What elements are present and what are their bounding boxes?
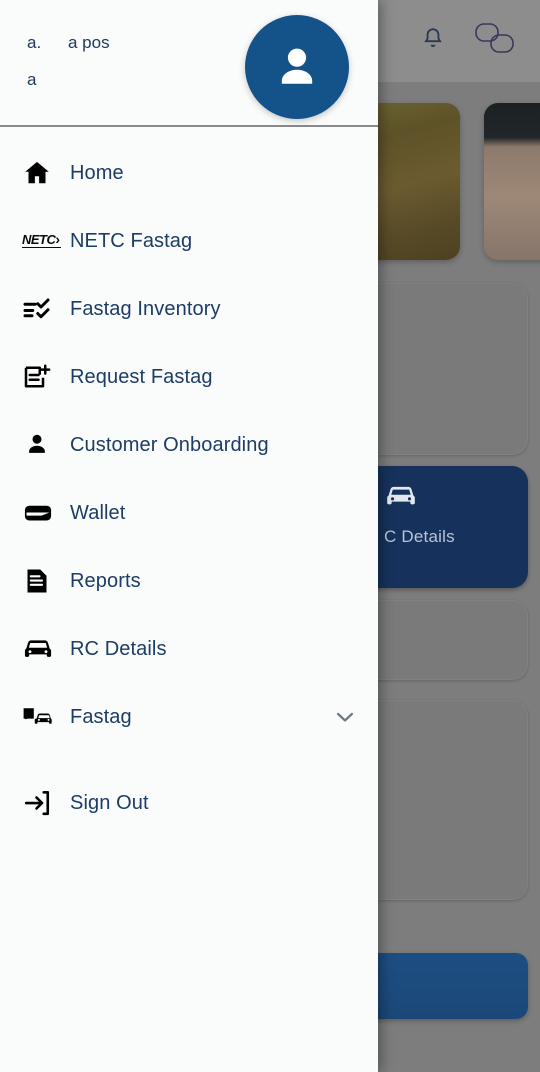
menu-item-label: Sign Out (70, 791, 149, 814)
checklist-icon (22, 294, 70, 324)
menu-item-label: Customer Onboarding (70, 433, 269, 456)
menu-item-label: Home (70, 161, 124, 184)
car-icon (22, 633, 70, 665)
document-icon (22, 566, 70, 596)
netc-logo-icon: NETC (22, 233, 70, 249)
menu-item-fastag[interactable]: Fastag (0, 683, 378, 751)
chevron-down-icon[interactable] (332, 704, 358, 730)
wallet-icon (22, 497, 70, 529)
drawer-header: a. a pos a (0, 0, 378, 127)
header-text-line2: a (27, 70, 37, 89)
menu-item-rc-details[interactable]: RC Details (0, 615, 378, 683)
note-add-icon (22, 362, 70, 392)
menu-item-label: Request Fastag (70, 365, 213, 388)
home-icon (22, 158, 70, 188)
bell-icon[interactable] (420, 24, 446, 59)
menu-item-customer-onboarding[interactable]: Customer Onboarding (0, 411, 378, 479)
bus-car-icon (22, 704, 70, 730)
sign-out-icon (22, 788, 70, 818)
person-avatar-icon (281, 48, 313, 84)
menu-item-wallet[interactable]: Wallet (0, 479, 378, 547)
chat-bubbles-icon[interactable] (472, 21, 518, 62)
menu-item-label: Fastag (70, 705, 132, 728)
menu-item-request-fastag[interactable]: Request Fastag (0, 343, 378, 411)
menu-item-reports[interactable]: Reports (0, 547, 378, 615)
menu-item-label: Reports (70, 569, 141, 592)
menu-item-fastag-inventory[interactable]: Fastag Inventory (0, 275, 378, 343)
menu-spacer (0, 751, 378, 769)
menu-item-netc-fastag[interactable]: NETC NETC Fastag (0, 207, 378, 275)
header-text-line1-part1: a. (27, 33, 42, 52)
avatar[interactable] (245, 15, 349, 119)
menu-item-label: NETC Fastag (70, 229, 193, 252)
header-text-line1-part2: a pos (68, 33, 110, 52)
car-icon (387, 486, 415, 505)
menu-item-home[interactable]: Home (0, 139, 378, 207)
menu-item-sign-out[interactable]: Sign Out (0, 769, 378, 837)
navigation-drawer: a. a pos a Home NETC › NETC Fastag Fasta… (0, 0, 378, 1072)
drawer-menu-list: Home NETC NETC Fastag Fastag Inventory (0, 127, 378, 1072)
menu-item-label: Wallet (70, 501, 126, 524)
rc-card-label: C Details (384, 527, 455, 546)
app-screen: C Details a. a pos a Home NETC › NETC Fa… (0, 0, 540, 1072)
menu-item-label: Fastag Inventory (70, 297, 221, 320)
person-icon (22, 430, 70, 460)
menu-item-label: RC Details (70, 637, 167, 660)
carousel-image[interactable] (484, 103, 540, 260)
